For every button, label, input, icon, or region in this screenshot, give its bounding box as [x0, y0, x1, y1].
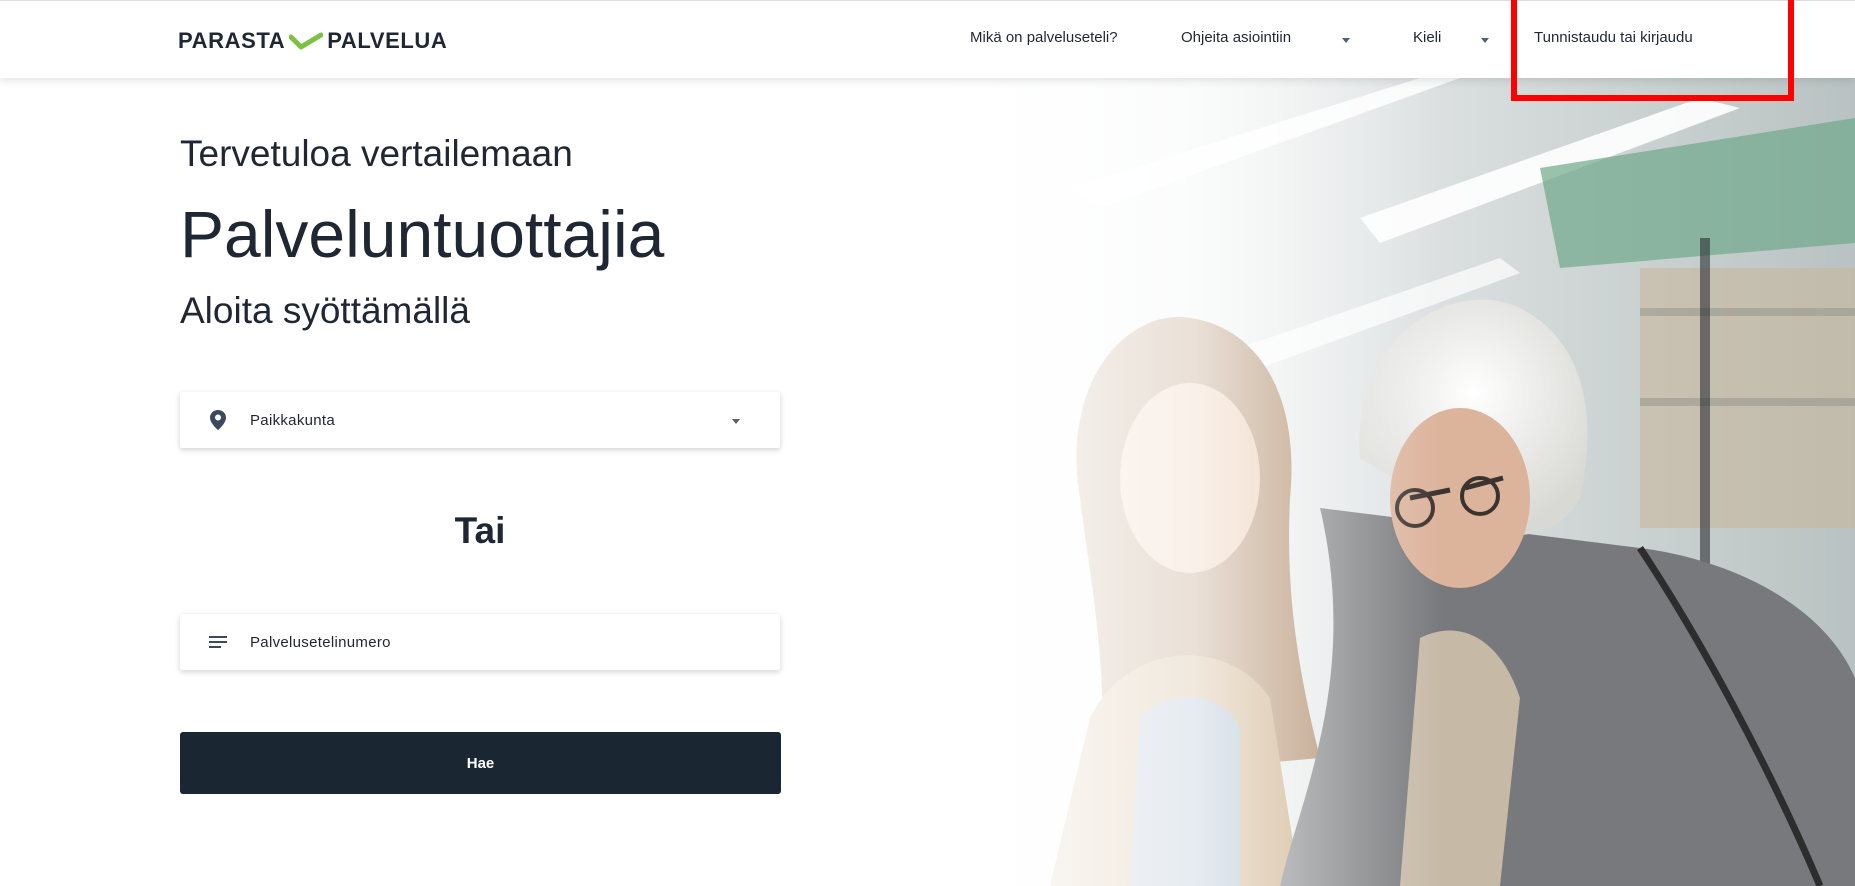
nav-login[interactable]: Tunnistaudu tai kirjaudu	[1534, 29, 1693, 46]
page-subtitle: Aloita syöttämällä	[180, 290, 470, 331]
nav-instructions[interactable]: Ohjeita asiointiin	[1181, 29, 1291, 46]
top-navigation-bar: PARASTA PALVELUA Mikä on palveluseteli? …	[0, 0, 1855, 78]
municipality-select[interactable]: Paikkakunta	[180, 392, 780, 448]
search-button[interactable]: Hae	[180, 732, 781, 794]
parasta-palvelua-logo[interactable]: PARASTA PALVELUA	[178, 27, 447, 55]
lines-icon	[204, 628, 232, 656]
page-title: Palveluntuottajia	[180, 197, 665, 271]
chevron-down-icon[interactable]	[1481, 38, 1489, 43]
municipality-label: Paikkakunta	[250, 411, 336, 429]
page: PARASTA PALVELUA Mikä on palveluseteli? …	[0, 0, 1855, 886]
chevron-down-icon[interactable]	[732, 419, 740, 424]
welcome-text: Tervetuloa vertailemaan	[180, 133, 573, 174]
logo-text-right: PALVELUA	[327, 28, 448, 53]
map-pin-icon	[204, 406, 232, 434]
hero-illustration	[940, 78, 1855, 886]
or-divider-text: Tai	[454, 510, 506, 551]
voucher-number-label: Palvelusetelinumero	[250, 633, 391, 651]
hero-photo	[940, 78, 1855, 886]
check-swoosh-icon	[289, 32, 324, 50]
nav-what-is-voucher[interactable]: Mikä on palveluseteli?	[970, 29, 1118, 46]
logo-text-left: PARASTA	[178, 28, 286, 53]
chevron-down-icon[interactable]	[1342, 38, 1350, 43]
voucher-number-input[interactable]: Palvelusetelinumero	[180, 614, 780, 670]
nav-language[interactable]: Kieli	[1413, 29, 1441, 46]
